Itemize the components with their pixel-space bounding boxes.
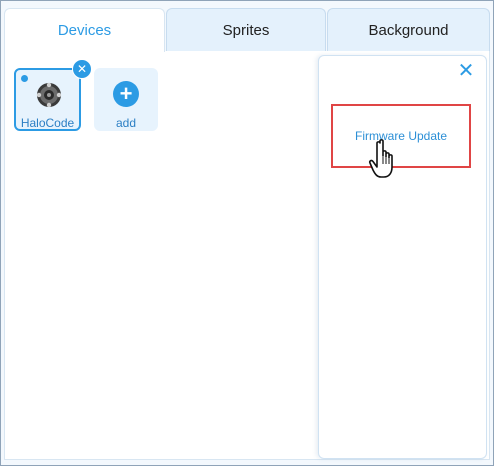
hand-pointer-icon [368, 139, 393, 178]
tab-devices[interactable]: Devices [4, 8, 165, 52]
tab-sprites[interactable]: Sprites [166, 8, 326, 51]
panel-close-button[interactable]: ✕ [457, 60, 475, 82]
halocode-board-icon [36, 82, 62, 108]
tab-devices-label: Devices [57, 22, 112, 39]
close-icon: ✕ [76, 62, 88, 76]
add-label: add [115, 116, 137, 130]
device-options-panel: ✕ Firmware Update [318, 55, 487, 459]
tab-background-label: Background [368, 21, 449, 39]
plus-icon: + [113, 81, 139, 107]
tab-background[interactable]: Background [327, 8, 490, 51]
remove-device-button[interactable]: ✕ [72, 59, 92, 79]
tab-sprites-label: Sprites [222, 21, 270, 39]
device-card-halocode[interactable]: HaloCode [14, 68, 81, 131]
close-icon: ✕ [457, 60, 475, 82]
device-label: HaloCode [20, 116, 75, 130]
add-device-button[interactable]: + add [94, 68, 158, 131]
connection-status-dot [21, 75, 28, 82]
